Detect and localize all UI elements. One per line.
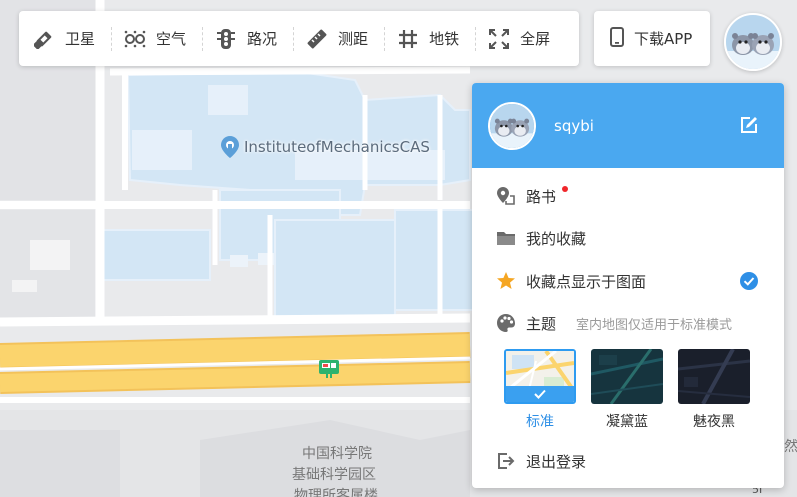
palette-icon bbox=[496, 313, 516, 333]
toolbar-divider bbox=[475, 26, 477, 51]
theme-option-blue[interactable] bbox=[591, 349, 663, 404]
fullscreen-label: 全屏 bbox=[520, 30, 551, 48]
edit-profile-icon[interactable] bbox=[738, 114, 760, 136]
user-menu-panel: sqybi 路书 我的收藏 收藏点显示于图面 主题 室内地图仅适用于标准模式 标… bbox=[472, 83, 784, 488]
theme-option-standard[interactable] bbox=[504, 349, 576, 404]
measure-label: 测距 bbox=[338, 30, 369, 48]
menu-item-theme: 主题 室内地图仅适用于标准模式 bbox=[472, 303, 784, 343]
institute-pin-icon[interactable] bbox=[221, 136, 239, 158]
check-circle-icon[interactable] bbox=[740, 272, 758, 290]
star-icon bbox=[496, 271, 516, 291]
theme-note: 室内地图仅适用于标准模式 bbox=[576, 317, 733, 333]
traffic-button[interactable]: 路况 bbox=[215, 11, 287, 66]
area-label-line-3: 物理所客属楼 bbox=[294, 488, 378, 497]
menu-item-logout[interactable]: 退出登录 bbox=[472, 441, 784, 481]
theme-black-preview bbox=[678, 349, 750, 404]
download-app-button[interactable]: 下载APP bbox=[594, 11, 710, 66]
toolbar-divider bbox=[202, 26, 204, 51]
checkmark-icon bbox=[534, 389, 546, 399]
logout-label: 退出登录 bbox=[526, 452, 587, 471]
area-label-line-2: 基础科学园区 bbox=[292, 467, 376, 483]
avatar-image bbox=[726, 15, 780, 69]
theme-selected-indicator bbox=[506, 386, 574, 402]
user-avatar-button[interactable] bbox=[724, 13, 782, 71]
theme-name-standard: 标准 bbox=[526, 414, 554, 430]
measure-button[interactable]: 测距 bbox=[306, 11, 378, 66]
logout-icon bbox=[496, 451, 516, 471]
satellite-label: 卫星 bbox=[65, 30, 96, 48]
map-toolbar: 卫星 空气 路况 测距 地铁 全屏 bbox=[19, 11, 579, 66]
show-favorites-label: 收藏点显示于图面 bbox=[526, 272, 647, 291]
subway-icon bbox=[397, 28, 419, 50]
bus-stop-icon[interactable] bbox=[318, 359, 340, 379]
panel-avatar[interactable] bbox=[488, 101, 536, 150]
poi-label[interactable]: InstituteofMechanicsCAS bbox=[244, 138, 430, 156]
theme-label: 主题 bbox=[526, 314, 557, 333]
air-quality-label: 空气 bbox=[156, 30, 187, 48]
download-app-label: 下载APP bbox=[634, 30, 693, 48]
satellite-icon bbox=[33, 28, 55, 50]
ruler-icon bbox=[306, 28, 328, 50]
theme-name-blue: 凝黛蓝 bbox=[606, 414, 648, 430]
folder-icon bbox=[496, 228, 516, 248]
traffic-light-icon bbox=[215, 28, 237, 50]
toolbar-divider bbox=[293, 26, 295, 51]
menu-item-favorites[interactable]: 我的收藏 bbox=[472, 218, 784, 258]
theme-name-black: 魅夜黑 bbox=[693, 414, 735, 430]
theme-blue-preview bbox=[591, 349, 663, 404]
fullscreen-button[interactable]: 全屏 bbox=[488, 11, 560, 66]
toolbar-divider bbox=[384, 26, 386, 51]
toolbar-divider bbox=[111, 26, 113, 51]
air-quality-icon bbox=[124, 28, 146, 50]
subway-label: 地铁 bbox=[429, 30, 460, 48]
user-panel-header: sqybi bbox=[472, 83, 784, 168]
air-quality-button[interactable]: 空气 bbox=[124, 11, 196, 66]
area-label-line-1: 中国科学院 bbox=[302, 446, 372, 462]
phone-icon bbox=[610, 26, 624, 51]
subway-button[interactable]: 地铁 bbox=[397, 11, 469, 66]
username: sqybi bbox=[554, 116, 594, 135]
traffic-label: 路况 bbox=[247, 30, 278, 48]
avatar-image bbox=[490, 103, 534, 148]
favorites-label: 我的收藏 bbox=[526, 229, 587, 248]
notification-dot bbox=[562, 186, 569, 192]
menu-item-show-favorites[interactable]: 收藏点显示于图面 bbox=[472, 261, 784, 301]
map-pin-icon bbox=[496, 186, 516, 206]
satellite-button[interactable]: 卫星 bbox=[33, 11, 105, 66]
roadbook-label: 路书 bbox=[526, 187, 557, 206]
menu-item-roadbook[interactable]: 路书 bbox=[472, 176, 784, 216]
fullscreen-icon bbox=[488, 28, 510, 50]
theme-option-black[interactable] bbox=[678, 349, 750, 404]
map-edge-label: 然 bbox=[784, 439, 797, 455]
